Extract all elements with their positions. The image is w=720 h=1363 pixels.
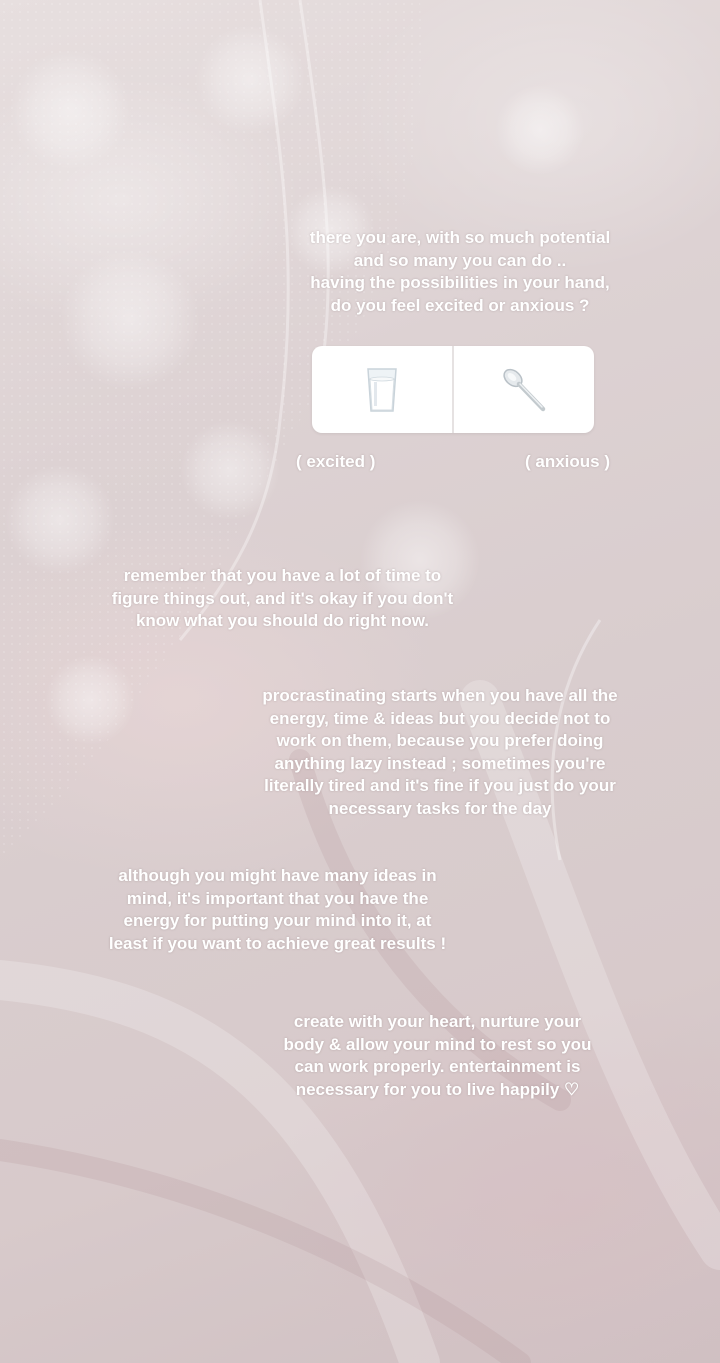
quiz-sticker: [312, 346, 594, 433]
intro-question-text: there you are, with so much potential an…: [309, 228, 611, 315]
paragraph-energy: although you might have many ideas in mi…: [108, 866, 447, 953]
paragraph-create: create with your heart, nurture your bod…: [283, 1012, 592, 1099]
glass-of-milk-icon: [367, 367, 397, 412]
quiz-option-excited-label: ( excited ): [296, 452, 376, 471]
quiz-option-anxious-label: ( anxious ): [525, 452, 611, 471]
quiz-option-anxious[interactable]: [454, 346, 594, 433]
spoon-icon: [503, 368, 546, 411]
lace-fabric-background: [0, 0, 720, 1363]
paragraph-procrastinating: procrastinating starts when you have all…: [262, 686, 618, 818]
quiz-option-excited[interactable]: [312, 346, 452, 433]
paragraph-time: remember that you have a lot of time to …: [111, 566, 454, 630]
